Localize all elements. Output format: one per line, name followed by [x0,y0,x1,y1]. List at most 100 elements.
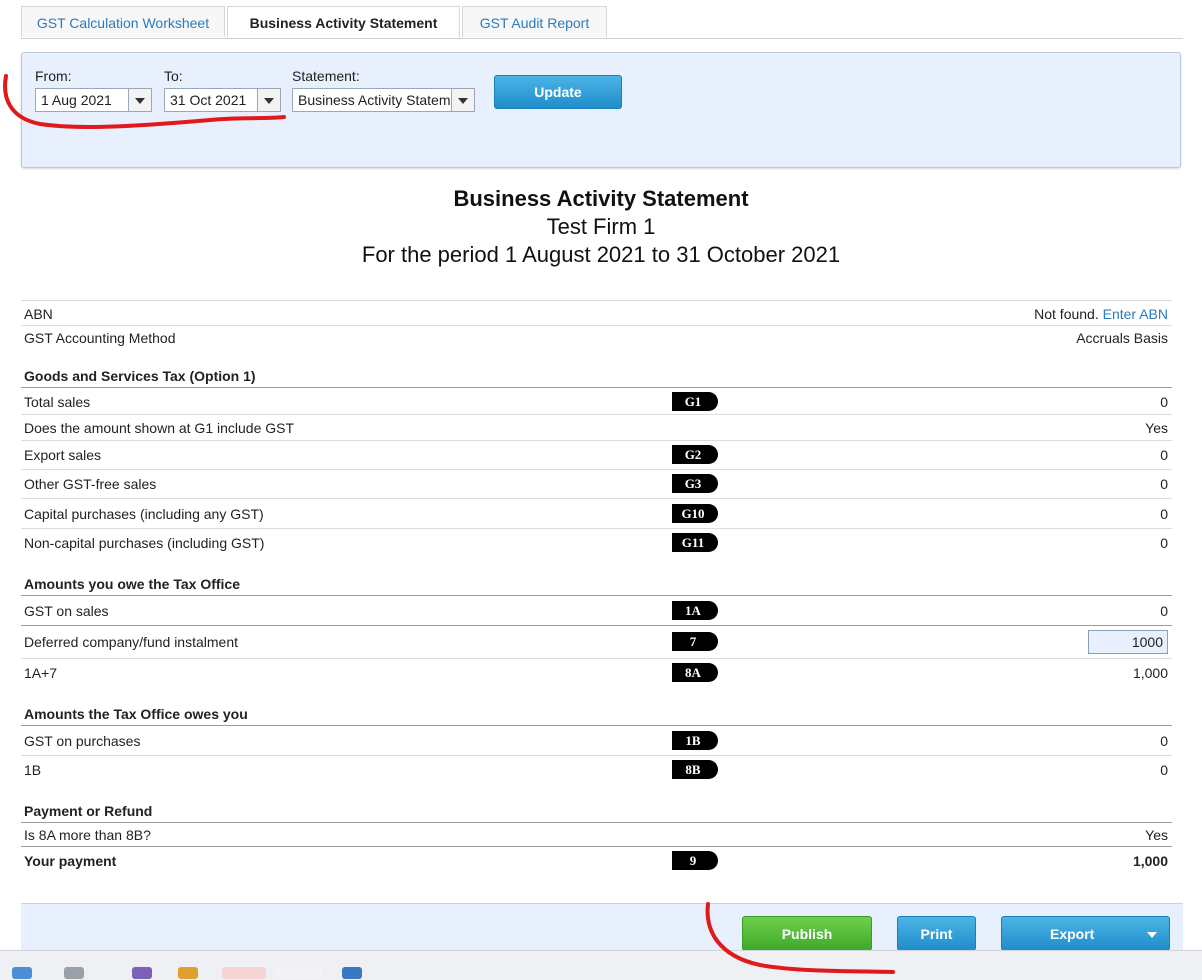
filter-panel: From: 1 Aug 2021 To: 31 Oct 2021 Stateme… [21,52,1181,168]
gst-method-label: GST Accounting Method [24,330,176,346]
divider [21,755,1172,756]
report-title: Business Activity Statement [453,186,749,211]
row-label: Total sales [24,394,91,410]
chevron-down-icon[interactable] [1147,932,1157,938]
divider [21,387,1172,388]
divider [21,498,1172,499]
bas-code-badge: G3 [672,474,718,493]
row-label: Does the amount shown at G1 include GST [24,420,295,436]
row-value: Yes [1145,420,1168,436]
divider [21,846,1172,847]
export-button[interactable]: Export [1001,916,1170,951]
from-label: From: [35,68,72,84]
tab-label: GST Calculation Worksheet [36,15,210,31]
divider [21,414,1172,415]
section-heading-text: Amounts you owe the Tax Office [24,576,240,592]
row-value: 0 [1160,762,1168,778]
statement-value: Business Activity Statement [298,92,450,108]
bas-code-badge: 1A [672,601,718,620]
bas-code-badge: 7 [672,632,718,651]
abn-value: Not found. Enter ABN [1034,306,1168,322]
bas-code-badge: 9 [672,851,718,870]
section-heading-text: Amounts the Tax Office owes you [24,706,248,722]
row-label: Your payment [24,853,117,869]
abn-row: ABN Not found. Enter ABN [21,306,1172,326]
bas-code-badge: G1 [672,392,718,411]
row-value: 0 [1160,733,1168,749]
row-label: 1B [24,762,42,778]
row-label: GST on sales [24,603,109,619]
row-label: Export sales [24,447,102,463]
from-date-select[interactable]: 1 Aug 2021 [35,88,152,112]
row-value: 0 [1160,447,1168,463]
export-label: Export [1050,926,1095,942]
app-icon[interactable] [222,967,266,979]
divider [21,325,1172,326]
row-label: 1A+7 [24,665,58,681]
app-icon[interactable] [178,967,198,979]
bas-code-badge: G10 [672,504,718,523]
deferred-instalment-input[interactable]: 1000 [1088,630,1168,654]
app-icon[interactable] [276,967,322,979]
app-icon[interactable] [132,967,152,979]
bas-code-badge: 1B [672,731,718,750]
divider [21,528,1172,529]
row-value: 0 [1160,506,1168,522]
abn-label: ABN [24,306,53,322]
tab-bar: GST Calculation Worksheet Business Activ… [21,6,1183,39]
from-date-value: 1 Aug 2021 [41,92,112,108]
bas-code-badge: G2 [672,445,718,464]
tab-gst-calculation-worksheet[interactable]: GST Calculation Worksheet [21,6,225,37]
row-label: Capital purchases (including any GST) [24,506,264,522]
tab-label: Business Activity Statement [249,15,438,31]
bas-code-badge: G11 [672,533,718,552]
chevron-down-icon[interactable] [257,89,280,111]
taskbar [0,950,1202,980]
abn-status: Not found. [1034,306,1099,322]
row-label: GST on purchases [24,733,141,749]
row-value: 0 [1160,394,1168,410]
report-period: For the period 1 August 2021 to 31 Octob… [361,242,841,267]
to-date-select[interactable]: 31 Oct 2021 [164,88,281,112]
app-icon[interactable] [64,967,84,979]
statement-select[interactable]: Business Activity Statement [292,88,475,112]
row-label: Non-capital purchases (including GST) [24,535,265,551]
tab-business-activity-statement[interactable]: Business Activity Statement [227,6,460,38]
enter-abn-link[interactable]: Enter ABN [1103,306,1168,322]
divider [21,300,1172,301]
row-value: 0 [1160,603,1168,619]
divider [21,822,1172,823]
statement-label: Statement: [292,68,360,84]
to-label: To: [164,68,183,84]
divider [21,725,1172,726]
row-value: 0 [1160,476,1168,492]
chevron-down-icon[interactable] [451,89,474,111]
update-button[interactable]: Update [494,75,622,109]
section-heading-text: Payment or Refund [24,803,153,819]
tab-label: GST Audit Report [479,15,590,31]
row-value: 0 [1160,535,1168,551]
publish-button[interactable]: Publish [742,916,872,951]
row-label: Deferred company/fund instalment [24,634,238,650]
app-icon[interactable] [12,967,32,979]
divider [21,658,1172,659]
row-value: 1,000 [1132,853,1168,869]
tab-gst-audit-report[interactable]: GST Audit Report [462,6,607,37]
row-value: 1,000 [1132,665,1168,681]
app-icon[interactable] [342,967,362,979]
divider [21,625,1172,626]
print-button[interactable]: Print [897,916,976,951]
bas-code-badge: 8A [672,663,718,682]
bas-code-badge: 8B [672,760,718,779]
gst-method-row: GST Accounting Method Accruals Basis [21,330,1172,350]
divider [21,595,1172,596]
chevron-down-icon[interactable] [128,89,151,111]
row-label: Other GST-free sales [24,476,157,492]
divider [21,469,1172,470]
report-firm-name: Test Firm 1 [546,214,656,239]
row-label: Is 8A more than 8B? [24,827,151,843]
divider [21,440,1172,441]
gst-method-value: Accruals Basis [1076,330,1168,346]
section-heading-text: Goods and Services Tax (Option 1) [24,368,256,384]
row-value: Yes [1145,827,1168,843]
